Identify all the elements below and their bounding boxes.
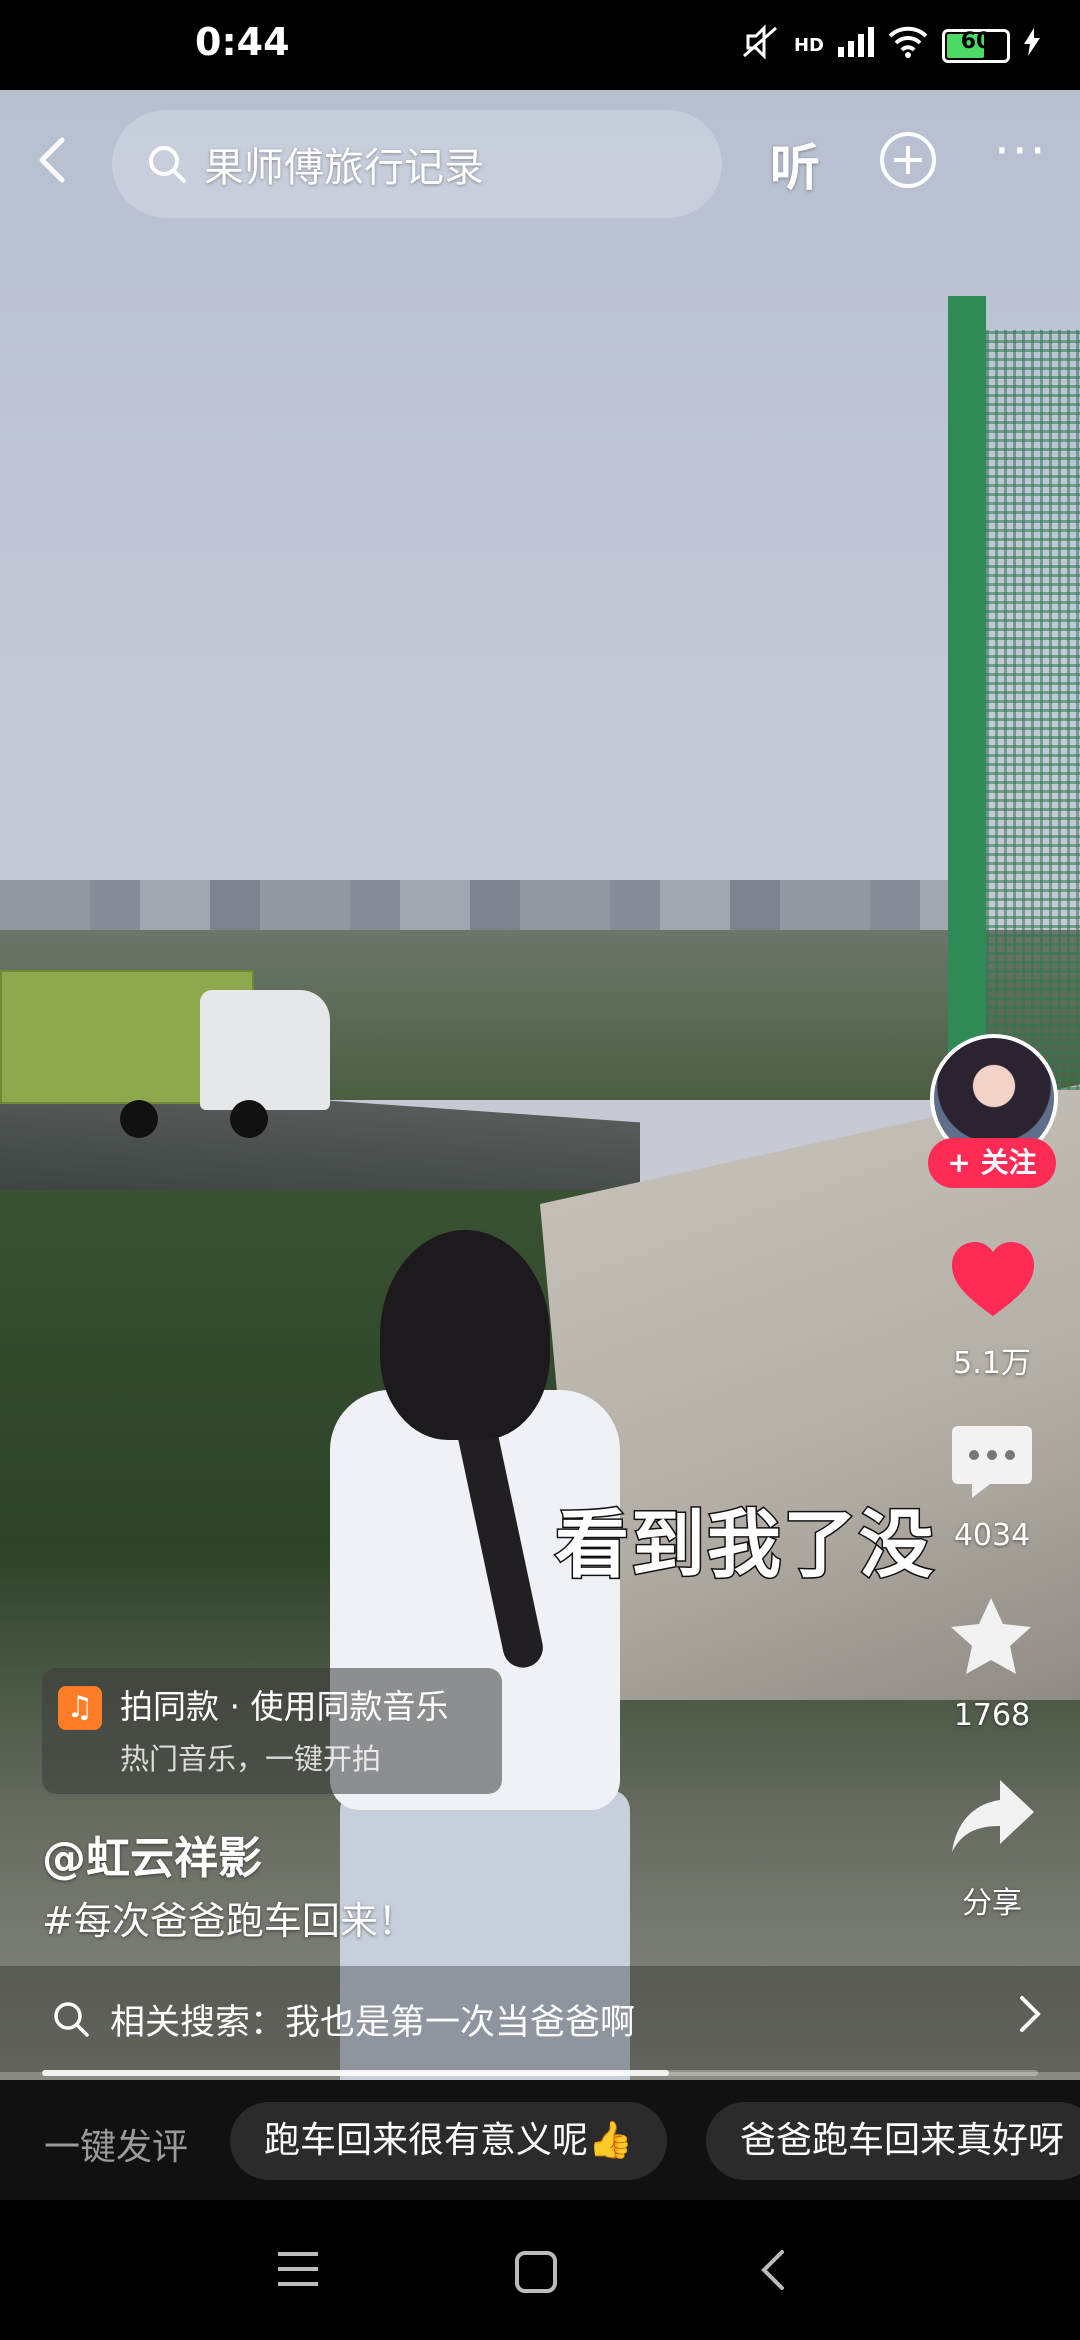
- comment-button[interactable]: [950, 1422, 1034, 1506]
- search-icon: [146, 143, 188, 185]
- like-button[interactable]: [948, 1240, 1038, 1324]
- share-button[interactable]: [950, 1776, 1036, 1860]
- music-note-icon: ♫: [58, 1686, 102, 1730]
- share-label: 分享: [962, 1886, 1022, 1921]
- comment-count: 4034: [953, 1518, 1031, 1553]
- battery-level: 60: [960, 28, 992, 54]
- add-button[interactable]: [878, 130, 938, 190]
- follow-button[interactable]: + 关注: [928, 1138, 1056, 1188]
- author-name[interactable]: @虹云祥影: [42, 1822, 262, 1886]
- search-icon: [52, 2000, 90, 2042]
- favorite-button[interactable]: [948, 1596, 1034, 1682]
- chevron-right-icon: [1018, 1994, 1042, 2044]
- wifi-icon: [888, 26, 928, 65]
- quick-comment-chip[interactable]: 爸爸跑车回来真好呀: [706, 2102, 1080, 2180]
- post-description[interactable]: #每次爸爸跑车回来！: [42, 1890, 416, 1945]
- search-text: 果师傅旅行记录: [204, 145, 484, 191]
- signal-icon: [838, 27, 874, 64]
- back-nav-icon[interactable]: [758, 2248, 788, 2296]
- quick-comment-hint[interactable]: 一键发评: [44, 2118, 188, 2170]
- video-subtitle: 看到我了没: [554, 1501, 935, 1590]
- menu-icon[interactable]: [276, 2250, 320, 2292]
- more-icon[interactable]: ···: [994, 122, 1048, 180]
- girl-figure: [310, 1230, 640, 2080]
- system-nav-bar: [0, 2200, 1080, 2340]
- video-progress-fill: [42, 2070, 670, 2076]
- music-card-subtitle: 热门音乐，一键开拍: [120, 1742, 382, 1776]
- quick-comment-chip[interactable]: 跑车回来很有意义呢👍: [230, 2102, 667, 2180]
- comment-bar: 一键发评 跑车回来很有意义呢👍 爸爸跑车回来真好呀: [0, 2080, 1080, 2200]
- status-time: 0:44: [195, 20, 290, 64]
- related-search-bar[interactable]: 相关搜索：我也是第一次当爸爸啊: [0, 1966, 1080, 2072]
- home-icon[interactable]: [514, 2250, 558, 2298]
- related-search-text: 相关搜索：我也是第一次当爸爸啊: [110, 2003, 636, 2043]
- listen-button[interactable]: 听: [770, 128, 820, 200]
- music-card[interactable]: ♫ 拍同款 · 使用同款音乐 热门音乐，一键开拍: [42, 1668, 502, 1794]
- music-card-title: 拍同款 · 使用同款音乐: [120, 1687, 449, 1726]
- fence-net: [986, 330, 1080, 1090]
- video-progress-bar[interactable]: [42, 2070, 1038, 2076]
- status-bar: 0:44 HD 60: [0, 0, 1080, 90]
- mute-icon: [740, 24, 780, 67]
- top-bar: 果师傅旅行记录 听 ···: [0, 100, 1080, 220]
- network-type: HD: [793, 35, 824, 56]
- back-button[interactable]: [24, 130, 84, 190]
- truck: [0, 970, 330, 1140]
- fence-post: [948, 296, 986, 1126]
- battery-icon: 60: [942, 28, 1010, 63]
- favorite-count: 1768: [953, 1698, 1031, 1733]
- like-count: 5.1万: [953, 1346, 1031, 1381]
- charging-icon: [1024, 28, 1040, 63]
- search-bar[interactable]: 果师傅旅行记录: [112, 110, 722, 218]
